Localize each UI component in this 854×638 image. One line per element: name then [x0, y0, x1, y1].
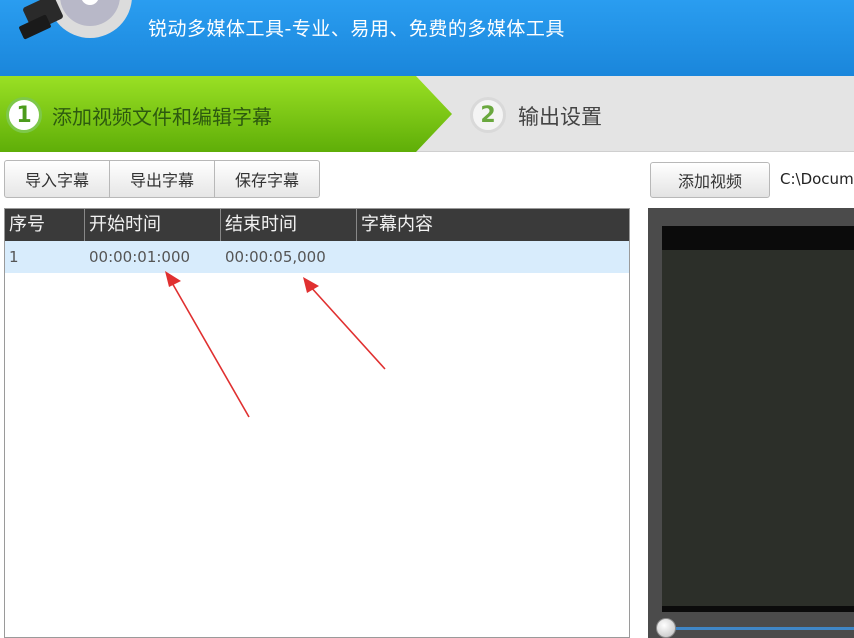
- add-video-button[interactable]: 添加视频: [650, 162, 770, 198]
- column-header-subtitle-text[interactable]: 字幕内容: [357, 209, 629, 241]
- seek-slider-track[interactable]: [662, 627, 854, 630]
- video-path-text: C:\Docum: [780, 170, 854, 188]
- save-subtitle-button[interactable]: 保存字幕: [214, 160, 321, 198]
- step-1-label: 添加视频文件和编辑字幕: [52, 105, 272, 129]
- cell-subtitle-text[interactable]: [357, 241, 629, 273]
- table-header: 序号 开始时间 结束时间 字幕内容: [5, 209, 629, 241]
- column-header-start-time[interactable]: 开始时间: [85, 209, 221, 241]
- column-header-end-time[interactable]: 结束时间: [221, 209, 357, 241]
- step-1-number: 1: [6, 97, 42, 133]
- video-preview-panel: [648, 208, 854, 638]
- step-2-label: 输出设置: [518, 105, 602, 129]
- import-subtitle-button[interactable]: 导入字幕: [4, 160, 111, 198]
- export-subtitle-button[interactable]: 导出字幕: [109, 160, 216, 198]
- app-logo-icon: [19, 0, 132, 40]
- cell-end-time[interactable]: 00:00:05,000: [221, 241, 357, 273]
- seek-slider-handle[interactable]: [656, 618, 676, 638]
- subtitle-toolbar: 导入字幕 导出字幕 保存字幕: [4, 160, 321, 198]
- step-1-add-video[interactable]: 1 添加视频文件和编辑字幕: [0, 76, 454, 152]
- cell-start-time[interactable]: 00:00:01:000: [85, 241, 221, 273]
- subtitle-table: 序号 开始时间 结束时间 字幕内容 1 00:00:01:000 00:00:0…: [4, 208, 630, 638]
- annotation-arrows: [165, 271, 386, 418]
- column-header-index[interactable]: 序号: [5, 209, 85, 241]
- table-row[interactable]: 1 00:00:01:000 00:00:05,000: [5, 241, 629, 273]
- app-header: 锐动多媒体工具-专业、易用、免费的多媒体工具: [0, 0, 854, 76]
- step-2-number: 2: [470, 97, 506, 133]
- annotation-arrowhead-end-time: [303, 277, 319, 293]
- app-title: 锐动多媒体工具-专业、易用、免费的多媒体工具: [148, 18, 565, 40]
- annotation-arrowhead-start-time: [165, 271, 181, 287]
- annotation-arrow-end-time: [308, 284, 386, 370]
- annotation-arrow-start-time: [170, 280, 250, 418]
- wizard-steps: 1 添加视频文件和编辑字幕 2 输出设置: [0, 76, 854, 152]
- cell-index: 1: [9, 248, 19, 266]
- video-screen: [662, 250, 854, 606]
